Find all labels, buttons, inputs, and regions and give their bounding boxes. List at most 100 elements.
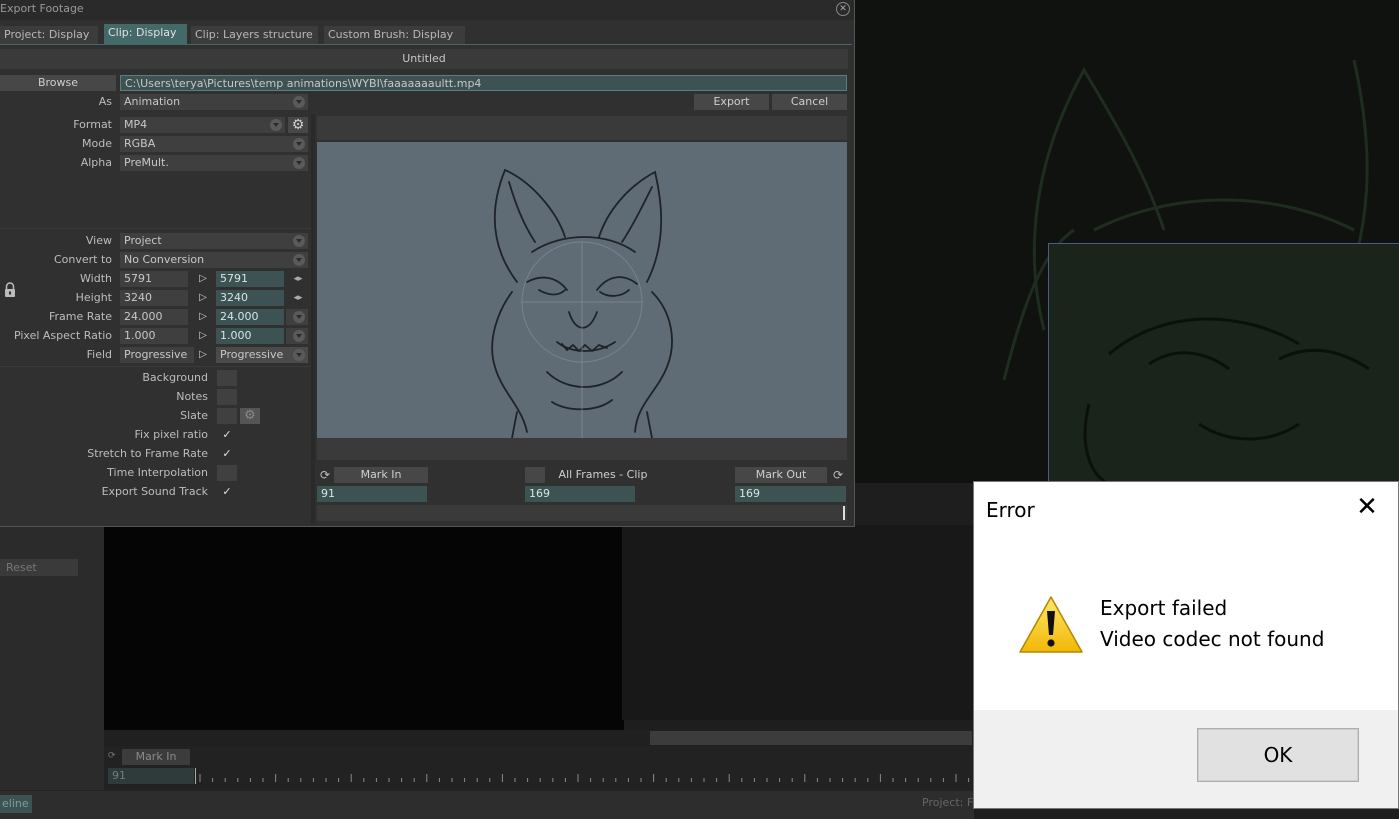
height-label: Height [75, 291, 112, 304]
browse-button[interactable]: Browse [0, 75, 116, 91]
field-target-dropdown[interactable]: Progressive [216, 347, 308, 363]
view-dropdown[interactable]: Project [120, 233, 308, 249]
error-message-line2: Video codec not found [1100, 627, 1325, 651]
par-dropdown[interactable] [286, 328, 308, 344]
chevron-down-icon [293, 254, 305, 266]
timeline-frame-field[interactable]: 91 [108, 768, 194, 784]
width-target-input[interactable]: 5791 [216, 271, 284, 287]
field-source-value[interactable]: Progressive [120, 347, 194, 363]
mark-out-reset-icon[interactable]: ⟳ [831, 468, 845, 482]
export-sound-track-checkbox[interactable]: ✓ [217, 484, 237, 500]
export-button[interactable]: Export [694, 94, 769, 110]
play-arrow-icon: ▷ [199, 273, 207, 284]
mark-in-refresh-icon[interactable]: ⟳ [108, 751, 118, 761]
tab-clip-layers-structure[interactable]: Clip: Layers structure [191, 26, 318, 44]
error-dialog: Error ✕ Export failed Video codec not fo… [973, 481, 1399, 809]
all-frames-label: All Frames - Clip [558, 468, 648, 481]
export-sound-track-label: Export Sound Track [101, 485, 208, 498]
fix-pixel-ratio-checkbox[interactable]: ✓ [217, 427, 237, 443]
dialog-title: Export Footage [0, 2, 84, 15]
notes-checkbox[interactable] [217, 389, 237, 405]
convert-to-dropdown[interactable]: No Conversion [120, 252, 308, 268]
time-interpolation-checkbox[interactable] [217, 465, 237, 481]
as-label: As [98, 95, 112, 108]
mark-out-button[interactable]: Mark Out [735, 467, 827, 483]
par-source-field[interactable]: 1.000 [120, 328, 188, 344]
export-footage-dialog: Export Footage ✕ Project: Display Clip: … [0, 0, 855, 527]
convert-to-value: No Conversion [124, 253, 205, 266]
frame-rate-dropdown[interactable] [286, 309, 308, 325]
preview-image [317, 142, 847, 438]
height-target-input[interactable]: 3240 [216, 290, 284, 306]
mode-dropdown[interactable]: RGBA [120, 136, 308, 152]
background-option-label: Background [142, 371, 208, 384]
slate-checkbox[interactable] [217, 408, 237, 424]
tab-project-display[interactable]: Project: Display [0, 26, 98, 44]
play-arrow-icon: ▷ [199, 311, 207, 322]
as-dropdown[interactable]: Animation [120, 94, 308, 110]
view-label: View [85, 234, 112, 247]
mark-out-frame-input[interactable]: 169 [735, 486, 846, 502]
mode-label: Mode [82, 137, 112, 150]
width-label: Width [80, 272, 112, 285]
dialog-titlebar[interactable] [0, 0, 854, 20]
timeline-ruler[interactable] [195, 768, 972, 784]
timeline-tab[interactable]: eline [0, 795, 32, 813]
mark-in-button[interactable]: Mark In [334, 467, 428, 483]
alpha-value: PreMult. [124, 156, 169, 169]
scrollbar-thumb[interactable] [650, 731, 972, 745]
chevron-down-icon [293, 96, 305, 108]
background-checkbox[interactable] [217, 370, 237, 386]
frame-rate-source-field[interactable]: 24.000 [120, 309, 188, 325]
all-frames-count-field[interactable]: 169 [525, 486, 635, 502]
width-source-field[interactable]: 5791 [120, 271, 188, 287]
link-arrows-icon[interactable]: ◂▸ [290, 290, 306, 306]
field-label: Field [86, 348, 112, 361]
background-viewport [104, 525, 624, 730]
close-icon[interactable]: ✕ [1352, 492, 1382, 522]
error-dialog-title: Error [986, 498, 1035, 522]
format-label: Format [73, 118, 112, 131]
par-target-input[interactable]: 1.000 [216, 328, 284, 344]
panel-splitter[interactable] [311, 114, 315, 524]
timeline-mark-in-button[interactable]: Mark In [122, 749, 190, 765]
link-arrows-icon[interactable]: ◂▸ [290, 271, 306, 287]
background-viewport-panel [622, 525, 982, 720]
canvas-frame-overlay[interactable] [1048, 243, 1399, 486]
scrubber-handle[interactable] [843, 506, 845, 520]
chevron-down-icon [293, 349, 305, 361]
format-dropdown[interactable]: MP4 [120, 117, 285, 133]
warning-icon [1018, 595, 1084, 655]
tab-custom-brush-display[interactable]: Custom Brush: Display [324, 26, 465, 44]
convert-to-label: Convert to [53, 253, 112, 266]
format-settings-gear-icon[interactable]: ⚙ [288, 117, 308, 133]
height-source-field[interactable]: 3240 [120, 290, 188, 306]
output-path-input[interactable]: C:\Users\terya\Pictures\temp animations\… [120, 75, 847, 91]
chevron-down-icon [270, 119, 282, 131]
frame-rate-target-input[interactable]: 24.000 [216, 309, 284, 325]
stretch-to-frame-rate-checkbox[interactable]: ✓ [217, 446, 237, 462]
tab-clip-display[interactable]: Clip: Display [104, 24, 187, 44]
background-sketch-closeup [1083, 317, 1370, 486]
status-project-text: Project: F [922, 796, 974, 809]
mark-in-reset-icon[interactable]: ⟳ [318, 468, 332, 482]
slate-settings-gear-icon[interactable]: ⚙ [240, 408, 260, 424]
all-frames-toggle[interactable] [525, 467, 545, 483]
mark-in-frame-input[interactable]: 91 [317, 486, 427, 502]
cancel-button[interactable]: Cancel [772, 94, 847, 110]
slate-option-label: Slate [180, 409, 208, 422]
play-arrow-icon: ▷ [199, 349, 207, 360]
tab-underline [0, 44, 852, 45]
reset-button[interactable]: Reset [0, 559, 78, 576]
pixel-aspect-ratio-label: Pixel Aspect Ratio [13, 329, 112, 342]
preview-scrubber[interactable] [317, 505, 847, 521]
document-name-bar: Untitled [0, 49, 848, 69]
ok-button[interactable]: OK [1197, 728, 1359, 782]
timeline-ticks [199, 774, 970, 782]
preview-footer [317, 438, 847, 460]
dialog-close-icon[interactable]: ✕ [836, 2, 850, 16]
as-value: Animation [124, 95, 181, 108]
time-interpolation-label: Time Interpolation [107, 466, 208, 479]
alpha-dropdown[interactable]: PreMult. [120, 155, 308, 171]
notes-option-label: Notes [176, 390, 208, 403]
